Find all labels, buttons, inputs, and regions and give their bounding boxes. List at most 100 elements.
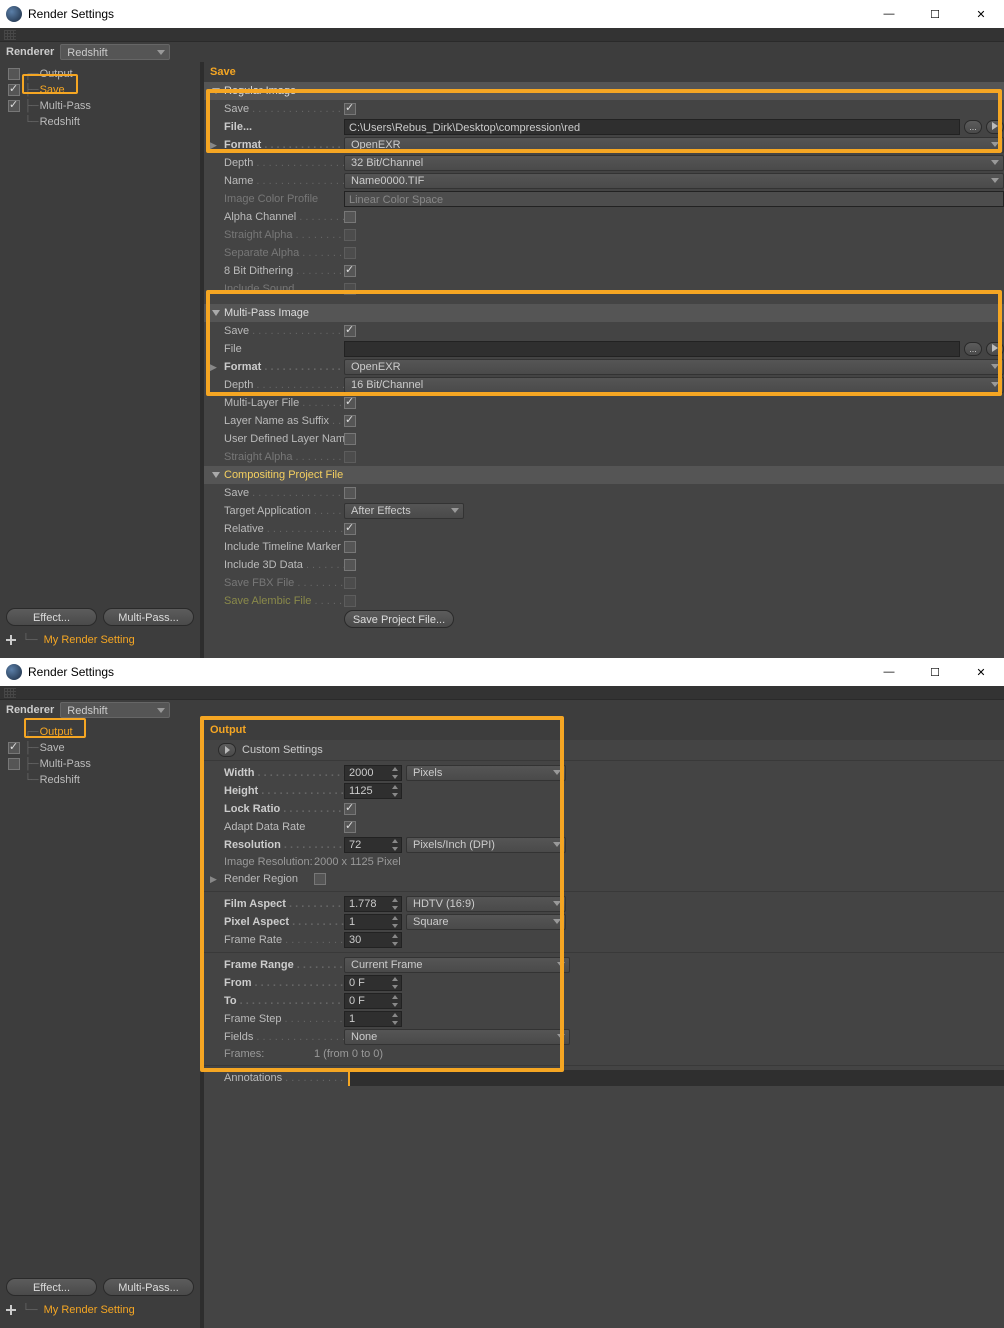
from-input[interactable]: 0 F bbox=[344, 975, 402, 991]
reg-icp-field[interactable]: Linear Color Space bbox=[344, 191, 1004, 207]
grip-icon[interactable] bbox=[4, 30, 16, 40]
save-checkbox[interactable] bbox=[8, 84, 20, 96]
mp-mlf-checkbox[interactable] bbox=[344, 397, 356, 409]
effect-button[interactable]: Effect... bbox=[6, 608, 97, 626]
comp-3d-checkbox[interactable] bbox=[344, 559, 356, 571]
mp-format-dropdown[interactable]: OpenEXR bbox=[344, 359, 1004, 375]
reg-name-dropdown[interactable]: Name0000.TIF bbox=[344, 173, 1004, 189]
mp-mlf-label: Multi-Layer File bbox=[224, 397, 344, 409]
reg-format-dropdown[interactable]: OpenEXR bbox=[344, 137, 1004, 153]
pixel-aspect-input[interactable]: 1 bbox=[344, 914, 402, 930]
mp-play-button[interactable] bbox=[986, 342, 1004, 356]
multipass-checkbox[interactable] bbox=[8, 100, 20, 112]
mp-depth-label: Depth bbox=[224, 379, 344, 391]
chevron-down-icon bbox=[553, 919, 561, 924]
reg-file-input[interactable]: C:\Users\Rebus_Dirk\Desktop\compression\… bbox=[344, 119, 960, 135]
tree-redshift[interactable]: Redshift bbox=[38, 116, 82, 128]
width-unit-dropdown[interactable]: Pixels bbox=[406, 765, 566, 781]
comp-rel-checkbox[interactable] bbox=[344, 523, 356, 535]
spinner-icon[interactable] bbox=[390, 934, 400, 946]
preset-play-button[interactable] bbox=[218, 743, 236, 757]
fields-dropdown[interactable]: None bbox=[344, 1029, 570, 1045]
reg-icp-label: Image Color Profile bbox=[224, 193, 344, 205]
tree-output[interactable]: Output bbox=[38, 68, 75, 80]
multipass-button[interactable]: Multi-Pass... bbox=[103, 608, 194, 626]
spinner-icon[interactable] bbox=[390, 977, 400, 989]
output-checkbox[interactable] bbox=[8, 68, 20, 80]
mp-lns-checkbox[interactable] bbox=[344, 415, 356, 427]
section-multipass-image[interactable]: Multi-Pass Image bbox=[204, 304, 1004, 322]
renderer-dropdown[interactable]: Redshift bbox=[60, 702, 170, 718]
custom-settings-label: Custom Settings bbox=[242, 744, 323, 756]
spinner-icon[interactable] bbox=[390, 785, 400, 797]
mp-depth-dropdown[interactable]: 16 Bit/Channel bbox=[344, 377, 1004, 393]
frame-range-dropdown[interactable]: Current Frame bbox=[344, 957, 570, 973]
pixel-aspect-label: Pixel Aspect bbox=[224, 916, 344, 928]
mp-file-input[interactable] bbox=[344, 341, 960, 357]
section-compositing[interactable]: Compositing Project File bbox=[204, 466, 1004, 484]
comp-save-checkbox[interactable] bbox=[344, 487, 356, 499]
browse-button[interactable]: ... bbox=[964, 120, 982, 134]
frame-rate-input[interactable]: 30 bbox=[344, 932, 402, 948]
spinner-icon[interactable] bbox=[390, 916, 400, 928]
resolution-input[interactable]: 72 bbox=[344, 837, 402, 853]
annotations-input[interactable] bbox=[348, 1070, 1004, 1086]
preset-icon bbox=[6, 635, 16, 645]
save-checkbox[interactable] bbox=[8, 742, 20, 754]
expand-arrow-icon[interactable]: ▶ bbox=[210, 362, 217, 373]
close-button[interactable]: ✕ bbox=[958, 658, 1004, 686]
width-input[interactable]: 2000 bbox=[344, 765, 402, 781]
mp-udn-checkbox[interactable] bbox=[344, 433, 356, 445]
annotations-label: Annotations bbox=[224, 1072, 344, 1084]
grip-icon[interactable] bbox=[4, 688, 16, 698]
play-button[interactable] bbox=[986, 120, 1004, 134]
adapt-checkbox[interactable] bbox=[344, 821, 356, 833]
frame-step-input[interactable]: 1 bbox=[344, 1011, 402, 1027]
section-regular-image[interactable]: Regular Image bbox=[204, 82, 1004, 100]
mp-browse-button[interactable]: ... bbox=[964, 342, 982, 356]
spinner-icon[interactable] bbox=[390, 767, 400, 779]
height-input[interactable]: 1125 bbox=[344, 783, 402, 799]
effect-button[interactable]: Effect... bbox=[6, 1278, 97, 1296]
reg-depth-dropdown[interactable]: 32 Bit/Channel bbox=[344, 155, 1004, 171]
reg-save-checkbox[interactable] bbox=[344, 103, 356, 115]
spinner-icon[interactable] bbox=[390, 1013, 400, 1025]
spinner-icon[interactable] bbox=[390, 898, 400, 910]
spinner-icon[interactable] bbox=[390, 995, 400, 1007]
tree-multipass[interactable]: Multi-Pass bbox=[38, 100, 93, 112]
tree-output[interactable]: Output bbox=[38, 726, 75, 738]
film-aspect-dropdown[interactable]: HDTV (16:9) bbox=[406, 896, 566, 912]
tree-save[interactable]: Save bbox=[38, 742, 67, 754]
film-aspect-input[interactable]: 1.778 bbox=[344, 896, 402, 912]
mp-save-checkbox[interactable] bbox=[344, 325, 356, 337]
to-input[interactable]: 0 F bbox=[344, 993, 402, 1009]
maximize-button[interactable]: ☐ bbox=[912, 0, 958, 28]
tree-multipass[interactable]: Multi-Pass bbox=[38, 758, 93, 770]
multipass-button[interactable]: Multi-Pass... bbox=[103, 1278, 194, 1296]
reg-dither-checkbox[interactable] bbox=[344, 265, 356, 277]
resolution-unit-dropdown[interactable]: Pixels/Inch (DPI) bbox=[406, 837, 566, 853]
close-button[interactable]: ✕ bbox=[958, 0, 1004, 28]
minimize-button[interactable]: — bbox=[866, 658, 912, 686]
chevron-down-icon bbox=[991, 382, 999, 387]
renderer-dropdown[interactable]: Redshift bbox=[60, 44, 170, 60]
expand-arrow-icon[interactable]: ▶ bbox=[210, 140, 217, 151]
preset-row[interactable]: └─My Render Setting bbox=[6, 1304, 194, 1316]
minimize-button[interactable]: — bbox=[866, 0, 912, 28]
render-region-checkbox[interactable] bbox=[314, 873, 326, 885]
reg-file-label[interactable]: File... bbox=[224, 121, 344, 133]
comp-tm-checkbox[interactable] bbox=[344, 541, 356, 553]
reg-format-label: Format bbox=[224, 139, 344, 151]
tree-save[interactable]: Save bbox=[38, 84, 67, 96]
multipass-checkbox[interactable] bbox=[8, 758, 20, 770]
spinner-icon[interactable] bbox=[390, 839, 400, 851]
reg-alpha-checkbox[interactable] bbox=[344, 211, 356, 223]
lock-ratio-checkbox[interactable] bbox=[344, 803, 356, 815]
maximize-button[interactable]: ☐ bbox=[912, 658, 958, 686]
pixel-aspect-dropdown[interactable]: Square bbox=[406, 914, 566, 930]
expand-arrow-icon[interactable]: ▶ bbox=[210, 874, 217, 885]
comp-target-dropdown[interactable]: After Effects bbox=[344, 503, 464, 519]
save-project-file-button[interactable]: Save Project File... bbox=[344, 610, 454, 628]
preset-row[interactable]: └─My Render Setting bbox=[6, 634, 194, 646]
tree-redshift[interactable]: Redshift bbox=[38, 774, 82, 786]
